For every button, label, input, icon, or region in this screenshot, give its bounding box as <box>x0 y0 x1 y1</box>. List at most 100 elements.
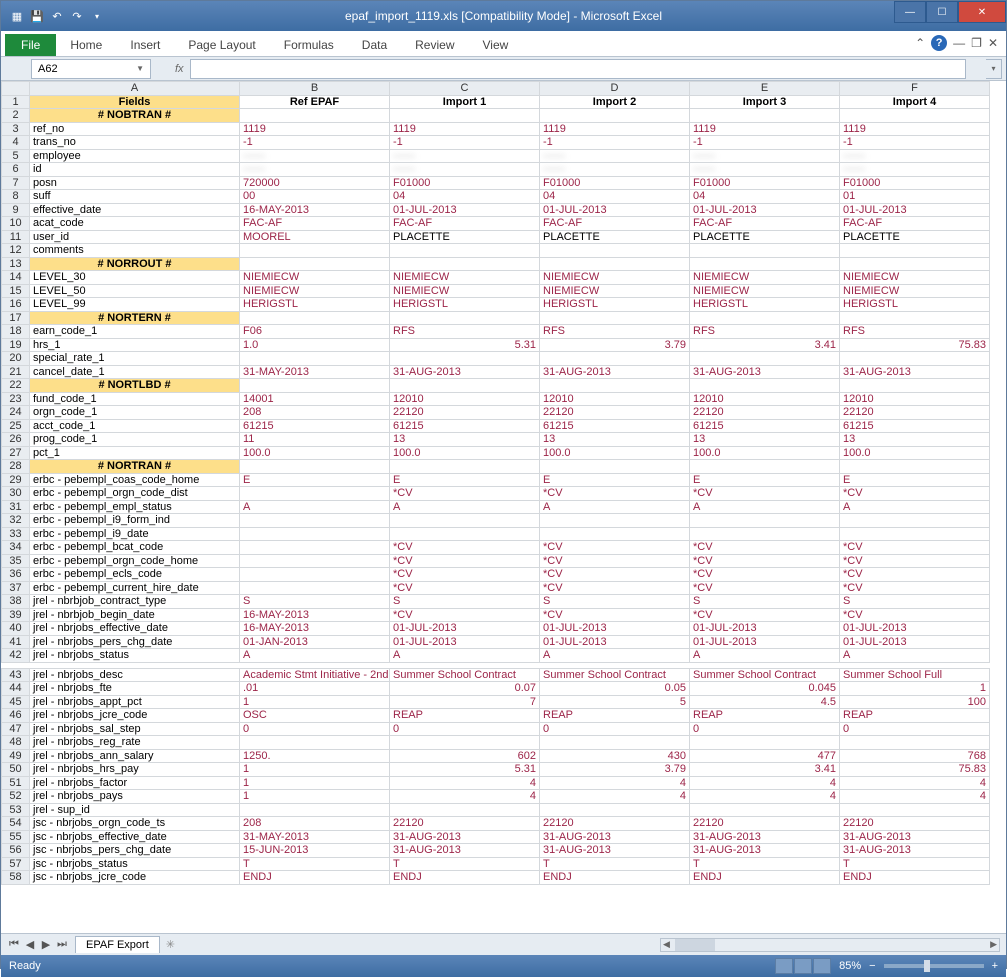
row-header-36[interactable]: 36 <box>2 568 30 582</box>
row-header-26[interactable]: 26 <box>2 433 30 447</box>
cell-D8[interactable]: 04 <box>540 190 690 204</box>
cell-C5[interactable]: —— <box>390 149 540 163</box>
cell-B16[interactable]: HERIGSTL <box>240 298 390 312</box>
cell-C11[interactable]: PLACETTE <box>390 230 540 244</box>
cell-F38[interactable]: S <box>840 595 990 609</box>
row-header-47[interactable]: 47 <box>2 722 30 736</box>
cell-D22[interactable] <box>540 379 690 393</box>
name-box-dropdown-icon[interactable]: ▼ <box>136 64 144 73</box>
cell-F48[interactable] <box>840 736 990 750</box>
cell-F49[interactable]: 768 <box>840 749 990 763</box>
row-header-55[interactable]: 55 <box>2 830 30 844</box>
cell-B52[interactable]: 1 <box>240 790 390 804</box>
cell-A13[interactable]: # NORROUT # <box>30 257 240 271</box>
row-header-42[interactable]: 42 <box>2 649 30 663</box>
tab-data[interactable]: Data <box>348 34 401 56</box>
cell-A17[interactable]: # NORTERN # <box>30 311 240 325</box>
cell-F24[interactable]: 22120 <box>840 406 990 420</box>
row-header-54[interactable]: 54 <box>2 817 30 831</box>
cell-A54[interactable]: jsc - nbrjobs_orgn_code_ts <box>30 817 240 831</box>
cell-B37[interactable] <box>240 581 390 595</box>
cell-B24[interactable]: 208 <box>240 406 390 420</box>
cell-A53[interactable]: jrel - sup_id <box>30 803 240 817</box>
cell-F30[interactable]: *CV <box>840 487 990 501</box>
cell-E10[interactable]: FAC-AF <box>690 217 840 231</box>
horizontal-scrollbar[interactable]: ◀ ▶ <box>660 938 1000 952</box>
cell-A50[interactable]: jrel - nbrjobs_hrs_pay <box>30 763 240 777</box>
cell-C6[interactable]: —— <box>390 163 540 177</box>
cell-D54[interactable]: 22120 <box>540 817 690 831</box>
cell-D9[interactable]: 01-JUL-2013 <box>540 203 690 217</box>
save-icon[interactable]: 💾 <box>29 8 45 24</box>
row-header-56[interactable]: 56 <box>2 844 30 858</box>
cell-A38[interactable]: jrel - nbrbjob_contract_type <box>30 595 240 609</box>
cell-F46[interactable]: REAP <box>840 709 990 723</box>
cell-F32[interactable] <box>840 514 990 528</box>
cell-F35[interactable]: *CV <box>840 554 990 568</box>
row-header-4[interactable]: 4 <box>2 136 30 150</box>
cell-B35[interactable] <box>240 554 390 568</box>
cell-A20[interactable]: special_rate_1 <box>30 352 240 366</box>
cell-A7[interactable]: posn <box>30 176 240 190</box>
cell-E55[interactable]: 31-AUG-2013 <box>690 830 840 844</box>
cell-E50[interactable]: 3.41 <box>690 763 840 777</box>
cell-C54[interactable]: 22120 <box>390 817 540 831</box>
cell-E19[interactable]: 3.41 <box>690 338 840 352</box>
cell-E51[interactable]: 4 <box>690 776 840 790</box>
cell-D10[interactable]: FAC-AF <box>540 217 690 231</box>
cell-A18[interactable]: earn_code_1 <box>30 325 240 339</box>
cell-E41[interactable]: 01-JUL-2013 <box>690 635 840 649</box>
cell-A40[interactable]: jrel - nbrjobs_effective_date <box>30 622 240 636</box>
cell-A46[interactable]: jrel - nbrjobs_jcre_code <box>30 709 240 723</box>
cell-B13[interactable] <box>240 257 390 271</box>
cell-C57[interactable]: T <box>390 857 540 871</box>
cell-D53[interactable] <box>540 803 690 817</box>
cell-A2[interactable]: # NOBTRAN # <box>30 109 240 123</box>
cell-E40[interactable]: 01-JUL-2013 <box>690 622 840 636</box>
cell-F56[interactable]: 31-AUG-2013 <box>840 844 990 858</box>
cell-B50[interactable]: 1 <box>240 763 390 777</box>
cell-F11[interactable]: PLACETTE <box>840 230 990 244</box>
cell-E23[interactable]: 12010 <box>690 392 840 406</box>
row-header-6[interactable]: 6 <box>2 163 30 177</box>
cell-A15[interactable]: LEVEL_50 <box>30 284 240 298</box>
cell-F23[interactable]: 12010 <box>840 392 990 406</box>
cell-D3[interactable]: 1119 <box>540 122 690 136</box>
cell-B34[interactable] <box>240 541 390 555</box>
row-header-11[interactable]: 11 <box>2 230 30 244</box>
cell-C10[interactable]: FAC-AF <box>390 217 540 231</box>
cell-B36[interactable] <box>240 568 390 582</box>
cell-D7[interactable]: F01000 <box>540 176 690 190</box>
cell-D25[interactable]: 61215 <box>540 419 690 433</box>
cell-A51[interactable]: jrel - nbrjobs_factor <box>30 776 240 790</box>
row-header-2[interactable]: 2 <box>2 109 30 123</box>
spreadsheet-grid[interactable]: ABCDEF1FieldsRef EPAFImport 1Import 2Imp… <box>1 81 1006 933</box>
cell-E38[interactable]: S <box>690 595 840 609</box>
ribbon-minimize-icon[interactable]: ⌃ <box>915 36 925 50</box>
cell-A35[interactable]: erbc - pebempl_orgn_code_home <box>30 554 240 568</box>
cell-F44[interactable]: 1 <box>840 682 990 696</box>
cell-C39[interactable]: *CV <box>390 608 540 622</box>
row-header-1[interactable]: 1 <box>2 95 30 109</box>
cell-D18[interactable]: RFS <box>540 325 690 339</box>
cell-F33[interactable] <box>840 527 990 541</box>
cell-C2[interactable] <box>390 109 540 123</box>
cell-D33[interactable] <box>540 527 690 541</box>
cell-C38[interactable]: S <box>390 595 540 609</box>
cell-F50[interactable]: 75.83 <box>840 763 990 777</box>
cell-C31[interactable]: A <box>390 500 540 514</box>
cell-C50[interactable]: 5.31 <box>390 763 540 777</box>
cell-B38[interactable]: S <box>240 595 390 609</box>
cell-C46[interactable]: REAP <box>390 709 540 723</box>
cell-C21[interactable]: 31-AUG-2013 <box>390 365 540 379</box>
cell-E1[interactable]: Import 3 <box>690 95 840 109</box>
row-header-32[interactable]: 32 <box>2 514 30 528</box>
cell-F52[interactable]: 4 <box>840 790 990 804</box>
formula-bar[interactable] <box>190 59 966 79</box>
cell-A10[interactable]: acat_code <box>30 217 240 231</box>
row-header-35[interactable]: 35 <box>2 554 30 568</box>
cell-B21[interactable]: 31-MAY-2013 <box>240 365 390 379</box>
cell-F13[interactable] <box>840 257 990 271</box>
view-normal-button[interactable] <box>775 958 793 974</box>
cell-B23[interactable]: 14001 <box>240 392 390 406</box>
